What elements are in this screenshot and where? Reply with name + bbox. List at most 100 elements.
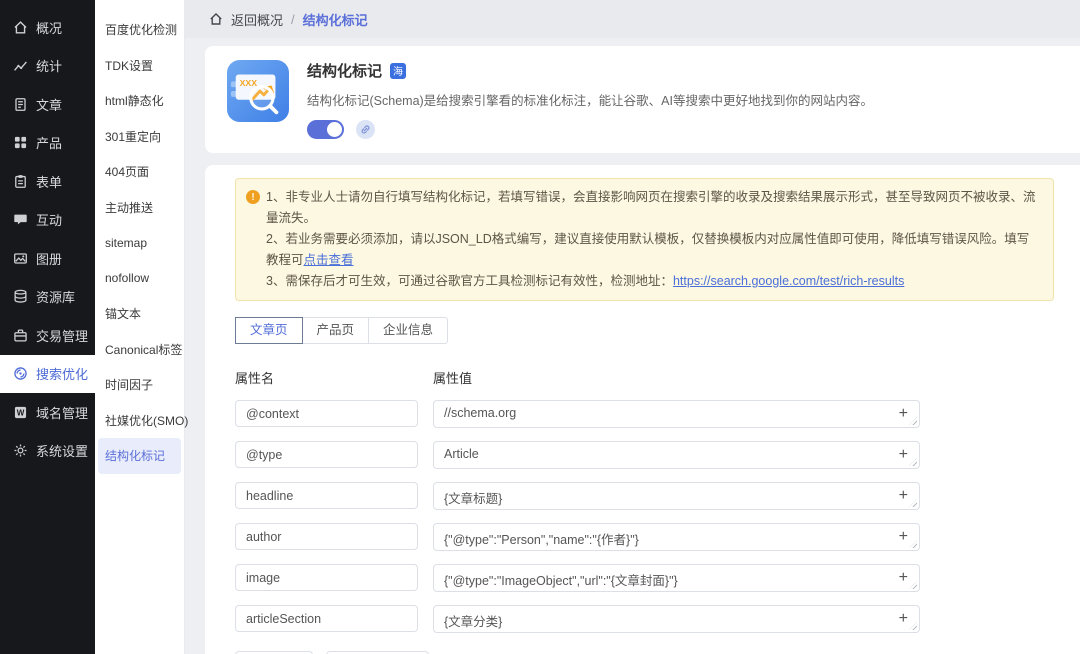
submenu-item[interactable]: 结构化标记 xyxy=(98,438,181,474)
resize-grip-icon[interactable] xyxy=(909,458,917,466)
sidebar-item[interactable]: 产品 xyxy=(0,124,95,163)
expand-plus-icon[interactable]: + xyxy=(899,568,908,588)
resize-grip-icon[interactable] xyxy=(909,622,917,630)
submenu-item-label: 时间因子 xyxy=(105,378,154,393)
sidebar-item-label: 文章 xyxy=(36,97,63,113)
attribute-row: //schema.org + xyxy=(235,400,1054,428)
content-area: XXX 结构化标记 海 结构化标记(Schema)是给搜索引擎看的标准化标注，能… xyxy=(185,38,1080,654)
sidebar-item[interactable]: 系统设置 xyxy=(0,432,95,471)
link-icon[interactable] xyxy=(356,120,375,139)
submenu-item[interactable]: sitemap xyxy=(98,225,181,261)
submenu-item[interactable]: 百度优化检测 xyxy=(98,12,181,48)
main-area: 返回概况 / 结构化标记 XXX 结构化标记 海 结构化标记(Schema)是给… xyxy=(185,0,1080,654)
submenu-item[interactable]: 时间因子 xyxy=(98,367,181,403)
expand-plus-icon[interactable]: + xyxy=(899,445,908,465)
sidebar-item[interactable]: 统计 xyxy=(0,47,95,86)
submenu-item-label: nofollow xyxy=(105,271,150,286)
submenu-item[interactable]: Canonical标签 xyxy=(98,332,183,368)
attribute-value-header: 属性值 xyxy=(433,371,473,386)
attribute-name-input[interactable] xyxy=(235,400,418,427)
attribute-name-input[interactable] xyxy=(235,564,418,591)
warning-icon: ! xyxy=(246,190,260,204)
attribute-value-textarea[interactable]: {文章分类} + xyxy=(433,605,920,633)
submenu-item[interactable]: 主动推送 xyxy=(98,190,181,226)
feature-header-card: XXX 结构化标记 海 结构化标记(Schema)是给搜索引擎看的标准化标注，能… xyxy=(205,46,1080,153)
product-icon xyxy=(13,135,28,150)
submenu-item-label: 百度优化检测 xyxy=(105,23,178,38)
submenu-item-label: html静态化 xyxy=(105,94,164,109)
notice-line: 1、非专业人士请勿自行填写结构化标记，若填写错误，会直接影响网页在搜索引擎的收录… xyxy=(266,190,1036,225)
resize-grip-icon[interactable] xyxy=(909,417,917,425)
warning-notice: ! 1、非专业人士请勿自行填写结构化标记，若填写错误，会直接影响网页在搜索引擎的… xyxy=(235,178,1054,301)
expand-plus-icon[interactable]: + xyxy=(899,609,908,629)
sidebar-item-label: 图册 xyxy=(36,251,63,267)
sidebar-item[interactable]: 资源库 xyxy=(0,278,95,317)
sidebar-item[interactable]: 交易管理 xyxy=(0,316,95,355)
attribute-row: {"@type":"Person","name":"{作者}"} + xyxy=(235,523,1054,551)
submenu-item[interactable]: 301重定向 xyxy=(98,119,181,155)
submenu-item[interactable]: 锚文本 xyxy=(98,296,181,332)
notice-link[interactable]: https://search.google.com/test/rich-resu… xyxy=(673,274,904,288)
primary-sidebar: 概况 统计 文章 产品 表单 互动 图册 资源库 交易管理 搜索优化 W 域名管… xyxy=(0,0,95,654)
feature-header-text: 结构化标记 海 结构化标记(Schema)是给搜索引擎看的标准化标注，能让谷歌、… xyxy=(307,60,873,139)
sidebar-item[interactable]: 概况 xyxy=(0,8,95,47)
submenu-item[interactable]: TDK设置 xyxy=(98,48,181,84)
sidebar-item-label: 域名管理 xyxy=(36,405,89,421)
sidebar-item-label: 交易管理 xyxy=(36,328,89,344)
sidebar-item-label: 概况 xyxy=(36,20,63,36)
notice-link[interactable]: 点击查看 xyxy=(304,253,354,267)
domain-icon: W xyxy=(13,405,28,420)
chat-icon xyxy=(13,212,28,227)
attribute-row: Article + xyxy=(235,441,1054,469)
seo-icon xyxy=(13,366,28,381)
resize-grip-icon[interactable] xyxy=(909,499,917,507)
attribute-row: {"@type":"ImageObject","url":"{文章封面}"} + xyxy=(235,564,1054,592)
page-type-tab[interactable]: 产品页 xyxy=(301,317,370,344)
page-type-tab[interactable]: 文章页 xyxy=(235,317,303,344)
attribute-value-textarea[interactable]: {文章标题} + xyxy=(433,482,920,510)
submenu-item[interactable]: 404页面 xyxy=(98,154,181,190)
sidebar-item[interactable]: 图册 xyxy=(0,239,95,278)
sidebar-item[interactable]: 表单 xyxy=(0,162,95,201)
home-icon xyxy=(13,20,28,35)
attribute-row: {文章标题} + xyxy=(235,482,1054,510)
submenu-item[interactable]: nofollow xyxy=(98,261,181,297)
sidebar-item[interactable]: 互动 xyxy=(0,201,95,240)
expand-plus-icon[interactable]: + xyxy=(899,527,908,547)
feature-enable-toggle[interactable] xyxy=(307,120,344,139)
page-title: 结构化标记 xyxy=(307,63,383,80)
page-type-tabs: 文章页 产品页 企业信息 xyxy=(235,317,1054,344)
attribute-name-input[interactable] xyxy=(235,605,418,632)
attribute-name-input[interactable] xyxy=(235,441,418,468)
submenu-item-label: 404页面 xyxy=(105,165,150,180)
attribute-name-input[interactable] xyxy=(235,523,418,550)
attribute-value-textarea[interactable]: Article + xyxy=(433,441,920,469)
page-type-tab[interactable]: 企业信息 xyxy=(368,317,449,344)
submenu-item[interactable]: html静态化 xyxy=(98,83,181,119)
attribute-name-input[interactable] xyxy=(235,482,418,509)
article-icon xyxy=(13,97,28,112)
stats-icon xyxy=(13,58,28,73)
resize-grip-icon[interactable] xyxy=(909,540,917,548)
sidebar-item[interactable]: W 域名管理 xyxy=(0,393,95,432)
attribute-value-textarea[interactable]: {"@type":"Person","name":"{作者}"} + xyxy=(433,523,920,551)
submenu-item-label: 锚文本 xyxy=(105,307,142,322)
sidebar-item[interactable]: 文章 xyxy=(0,85,95,124)
home-icon[interactable] xyxy=(209,12,223,26)
attribute-value-textarea[interactable]: {"@type":"ImageObject","url":"{文章封面}"} + xyxy=(433,564,920,592)
breadcrumb-back-link[interactable]: 返回概况 xyxy=(231,10,283,29)
sidebar-item-label: 产品 xyxy=(36,136,63,152)
sidebar-item-label: 互动 xyxy=(36,213,63,229)
notice-line: 3、需保存后才可生效，可通过谷歌官方工具检测标记有效性，检测地址：https:/… xyxy=(266,274,905,288)
trade-icon xyxy=(13,328,28,343)
submenu-item-label: Canonical标签 xyxy=(105,342,183,357)
sidebar-item[interactable]: 搜索优化 xyxy=(0,354,95,393)
resize-grip-icon[interactable] xyxy=(909,581,917,589)
attribute-value-textarea[interactable]: //schema.org + xyxy=(433,400,920,428)
sidebar-item-label: 资源库 xyxy=(36,290,76,306)
column-headers: 属性名 属性值 xyxy=(235,368,1054,387)
expand-plus-icon[interactable]: + xyxy=(899,486,908,506)
submenu-item[interactable]: 社媒优化(SMO) xyxy=(98,403,188,439)
expand-plus-icon[interactable]: + xyxy=(899,404,908,424)
submenu-item-label: 301重定向 xyxy=(105,129,162,144)
